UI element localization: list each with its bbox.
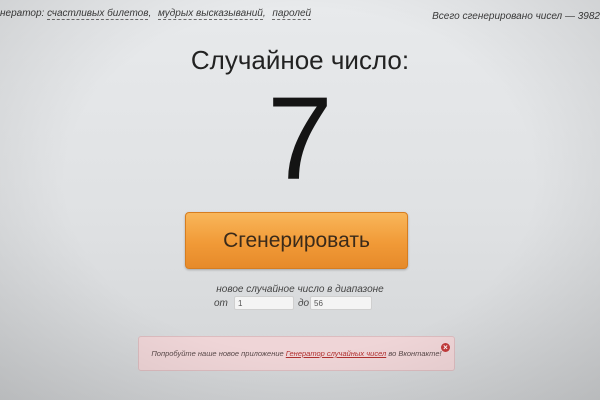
range-caption: новое случайное число в диапазоне — [216, 284, 384, 295]
generators-nav: нератор: счастливых билетов, мудрых выск… — [0, 8, 312, 20]
total-generated-counter: Всего сгенерировано чисел — 3982 — [432, 11, 600, 22]
page-title: Случайное число: — [190, 45, 410, 75]
link-wise-sayings[interactable]: мудрых высказываний — [158, 8, 263, 20]
promo-banner: Попробуйте наше новое приложение Генерат… — [138, 336, 455, 371]
random-number-display: 7 — [267, 73, 333, 205]
link-lucky-tickets[interactable]: счастливых билетов — [47, 8, 149, 20]
close-icon[interactable]: × — [441, 343, 450, 352]
promo-text-before: Попробуйте наше новое приложение — [151, 349, 284, 358]
generate-button[interactable]: Сгенерировать — [185, 212, 408, 269]
promo-app-link[interactable]: Генератор случайных чисел — [286, 349, 386, 358]
promo-text: Попробуйте наше новое приложение Генерат… — [139, 349, 454, 358]
link-passwords[interactable]: паролей — [272, 8, 312, 20]
range-to-input[interactable] — [310, 296, 372, 310]
range-from-input[interactable] — [234, 296, 294, 310]
range-to-label: до — [298, 298, 310, 309]
promo-text-after: во Вконтакте! — [388, 349, 442, 358]
top-bar: нератор: счастливых билетов, мудрых выск… — [0, 0, 600, 26]
generators-prefix: нератор: — [0, 8, 45, 19]
range-from-label: от — [214, 298, 228, 309]
